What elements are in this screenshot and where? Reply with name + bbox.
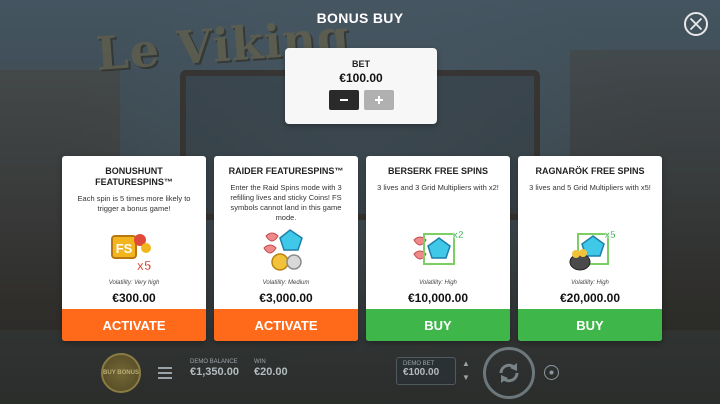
card-description: Each spin is 5 times more likely to trig… [77, 194, 191, 213]
buy-bonus-button[interactable]: BUY BONUS [101, 353, 141, 393]
demo-balance: DEMO BALANCE €1,350.00 [190, 359, 239, 378]
demo-balance-value: €1,350.00 [190, 366, 239, 378]
card-price: €20,000.00 [559, 291, 621, 305]
card-title: BONUSHUNT FEATURESPINS™ [95, 166, 173, 187]
berserk-multiplier-icon: x2 [366, 226, 510, 280]
card-title: RAIDER FEATURESPINS™ [228, 166, 344, 176]
spin-button[interactable] [483, 347, 535, 399]
svg-text:x5: x5 [604, 230, 616, 241]
bet-decrease-button[interactable] [328, 90, 359, 110]
buy-button[interactable]: BUY [366, 309, 510, 341]
bonushunt-icon: FS x5 [62, 226, 206, 280]
card-description: 3 lives and 5 Grid Multipliers with x5! [529, 183, 651, 192]
bonus-card-berserk: BERSERK FREE SPINS 3 lives and 3 Grid Mu… [366, 156, 510, 341]
win-display: WIN €20.00 [254, 359, 288, 378]
card-volatility: Volatility: High [419, 280, 457, 286]
card-description: 3 lives and 3 Grid Multipliers with x2! [377, 183, 499, 192]
minus-icon [339, 99, 348, 101]
demo-bet-value: €100.00 [403, 367, 440, 378]
page-title: BONUS BUY [316, 10, 404, 26]
demo-bet-box: DEMO BET €100.00 [396, 357, 456, 385]
card-price: €10,000.00 [407, 291, 469, 305]
win-value: €20.00 [254, 366, 288, 378]
bet-selector: BET €100.00 [285, 48, 437, 124]
autoplay-icon[interactable] [544, 365, 559, 380]
bonus-card-raider: RAIDER FEATURESPINS™ Enter the Raid Spin… [214, 156, 358, 341]
menu-icon[interactable] [158, 367, 172, 382]
card-price: €3,000.00 [259, 291, 313, 305]
chevron-down-icon[interactable]: ▼ [462, 373, 470, 382]
card-title: BERSERK FREE SPINS [387, 166, 489, 176]
svg-text:x5: x5 [137, 258, 151, 273]
activate-button[interactable]: ACTIVATE [62, 309, 206, 341]
buy-button[interactable]: BUY [518, 309, 662, 341]
bottom-bar: BUY BONUS DEMO BALANCE €1,350.00 WIN €20… [0, 345, 720, 404]
bet-label: BET [352, 59, 370, 69]
close-button[interactable] [684, 12, 708, 36]
plus-icon [374, 96, 383, 104]
raider-coins-icon [214, 226, 358, 280]
bonus-card-ragnarok: RAGNARÖK FREE SPINS 3 lives and 5 Grid M… [518, 156, 662, 341]
svg-text:FS: FS [116, 241, 133, 256]
spin-arrows-icon [499, 363, 519, 383]
activate-button[interactable]: ACTIVATE [214, 309, 358, 341]
card-volatility: Volatility: High [571, 280, 609, 286]
bet-increase-button[interactable] [363, 90, 394, 110]
close-icon [690, 18, 702, 30]
win-label: WIN [254, 359, 266, 365]
card-volatility: Volatility: Medium [262, 280, 310, 286]
card-volatility: Volatility: Very high [108, 280, 160, 286]
svg-text:x2: x2 [452, 230, 464, 241]
card-title: RAGNARÖK FREE SPINS [535, 166, 645, 176]
card-price: €300.00 [112, 291, 156, 305]
bet-value: €100.00 [339, 71, 383, 85]
demo-balance-label: DEMO BALANCE [190, 359, 238, 365]
chevron-up-icon[interactable]: ▲ [462, 359, 470, 368]
card-description: Enter the Raid Spins mode with 3 refilli… [230, 183, 342, 222]
bonus-card-bonushunt: BONUSHUNT FEATURESPINS™ Each spin is 5 t… [62, 156, 206, 341]
ragnarok-pot-icon: x5 [518, 226, 662, 280]
